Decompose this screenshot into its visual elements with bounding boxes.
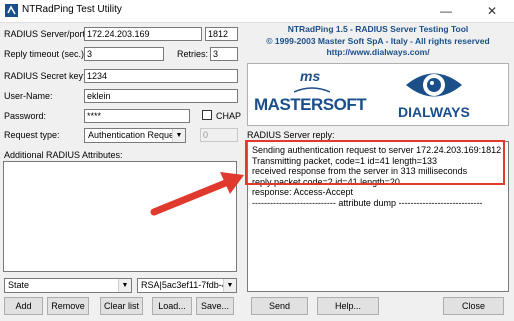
request-number-input: 0 bbox=[200, 128, 238, 142]
banner-copyright: © 1999-2003 Master Soft SpA - Italy - Al… bbox=[266, 35, 490, 46]
attributes-label: Additional RADIUS Attributes: bbox=[4, 150, 123, 160]
mastersoft-logo: MASTERSOFT bbox=[254, 95, 367, 114]
port-input[interactable]: 1812 bbox=[205, 27, 238, 41]
banner-text: NTRadPing 1.5 - RADIUS Server Testing To… bbox=[247, 24, 509, 62]
request-type-value: Authentication Request bbox=[88, 130, 182, 140]
chevron-down-icon: ▼ bbox=[172, 129, 185, 142]
retries-input[interactable]: 3 bbox=[210, 47, 238, 61]
clear-list-button[interactable]: Clear list bbox=[100, 297, 143, 315]
retries-label: Retries: bbox=[177, 49, 209, 59]
add-button[interactable]: Add bbox=[4, 297, 43, 315]
secret-key-label: RADIUS Secret key: bbox=[4, 71, 86, 81]
reply-timeout-input[interactable]: 3 bbox=[84, 47, 164, 61]
window-title: NTRadPing Test Utility bbox=[22, 4, 122, 15]
password-label: Password: bbox=[4, 111, 47, 121]
dialways-eye-icon bbox=[406, 73, 462, 97]
attribute-name-select[interactable]: State ▼ bbox=[4, 278, 132, 293]
request-type-label: Request type: bbox=[4, 130, 60, 140]
dialways-logo: DIALWAYS bbox=[398, 104, 470, 120]
reply-timeout-label: Reply timeout (sec.): bbox=[4, 49, 87, 59]
banner-url[interactable]: http://www.dialways.com/ bbox=[247, 47, 509, 59]
close-window-button[interactable]: ✕ bbox=[470, 0, 514, 22]
minimize-button[interactable]: — bbox=[424, 0, 468, 22]
attribute-value-value: RSA|5ac3ef11-7fdb-4e bbox=[141, 280, 232, 290]
username-label: User-Name: bbox=[4, 91, 53, 101]
secret-key-input[interactable]: 1234 bbox=[84, 69, 238, 83]
ms-mark-logo: ms bbox=[300, 68, 321, 84]
app-icon bbox=[5, 4, 18, 17]
annotation-arrow-icon bbox=[150, 172, 244, 216]
title-bar: NTRadPing Test Utility — ✕ bbox=[0, 0, 514, 23]
server-port-label: RADIUS Server/port: bbox=[4, 29, 88, 39]
logo-panel: ms MASTERSOFT DIALWAYS bbox=[247, 63, 509, 126]
chap-label: CHAP bbox=[216, 111, 242, 121]
send-button[interactable]: Send bbox=[251, 297, 308, 315]
server-address-input[interactable]: 172.24.203.169 bbox=[84, 27, 202, 41]
chap-checkbox[interactable] bbox=[202, 110, 212, 120]
reply-line: response: Access-Accept bbox=[252, 187, 354, 197]
close-button[interactable]: Close bbox=[443, 297, 504, 315]
password-input[interactable]: **** bbox=[84, 109, 190, 123]
reply-label: RADIUS Server reply: bbox=[247, 130, 335, 140]
save-button[interactable]: Save... bbox=[196, 297, 234, 315]
username-input[interactable]: eklein bbox=[84, 89, 238, 103]
help-button[interactable]: Help... bbox=[317, 297, 379, 315]
attribute-name-value: State bbox=[8, 280, 30, 290]
highlight-box bbox=[245, 140, 505, 185]
request-type-select[interactable]: Authentication Request ▼ bbox=[84, 128, 186, 143]
mastersoft-swoosh-icon bbox=[294, 87, 330, 93]
banner-title: NTRadPing 1.5 - RADIUS Server Testing To… bbox=[287, 24, 469, 34]
remove-button[interactable]: Remove bbox=[47, 297, 89, 315]
chevron-down-icon: ▼ bbox=[223, 279, 236, 292]
load-button[interactable]: Load... bbox=[152, 297, 192, 315]
attribute-value-select[interactable]: RSA|5ac3ef11-7fdb-4e ▼ bbox=[137, 278, 237, 293]
reply-line: ---------------------------- attribute d… bbox=[252, 197, 483, 208]
chevron-down-icon: ▼ bbox=[118, 279, 131, 292]
